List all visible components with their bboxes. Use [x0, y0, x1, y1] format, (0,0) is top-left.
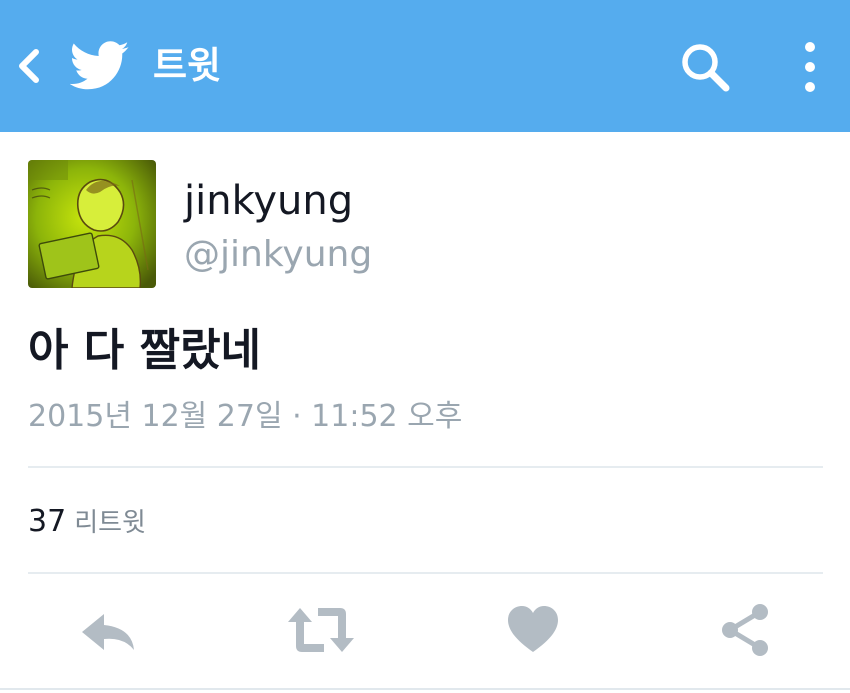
reply-button[interactable]	[76, 600, 140, 660]
tweet-timestamp: 2015년 12월 27일 · 11:52 오후	[28, 399, 463, 434]
twitter-bird-icon[interactable]	[70, 40, 130, 92]
bottom-divider	[0, 688, 850, 690]
retweet-stats[interactable]: 37 리트윗	[28, 500, 146, 548]
share-icon	[722, 604, 768, 656]
tweet-text: 아 다 짤랐네	[28, 325, 262, 376]
avatar[interactable]	[28, 160, 156, 288]
retweet-button[interactable]	[284, 600, 358, 660]
back-icon[interactable]	[14, 46, 44, 86]
page-title: 트윗	[153, 44, 222, 87]
app-bar: 트윗	[0, 0, 850, 132]
retweet-label: 리트윗	[74, 508, 146, 538]
retweet-count: 37	[28, 504, 67, 539]
divider	[28, 572, 823, 574]
more-vertical-icon[interactable]	[796, 40, 824, 94]
user-handle[interactable]: @jinkyung	[184, 231, 372, 279]
reply-icon	[82, 614, 134, 650]
like-icon	[508, 606, 558, 652]
divider	[28, 466, 823, 468]
retweet-icon	[288, 608, 354, 652]
search-icon[interactable]	[678, 40, 734, 96]
share-button[interactable]	[718, 600, 772, 660]
display-name[interactable]: jinkyung	[184, 176, 353, 226]
like-button[interactable]	[506, 600, 560, 660]
